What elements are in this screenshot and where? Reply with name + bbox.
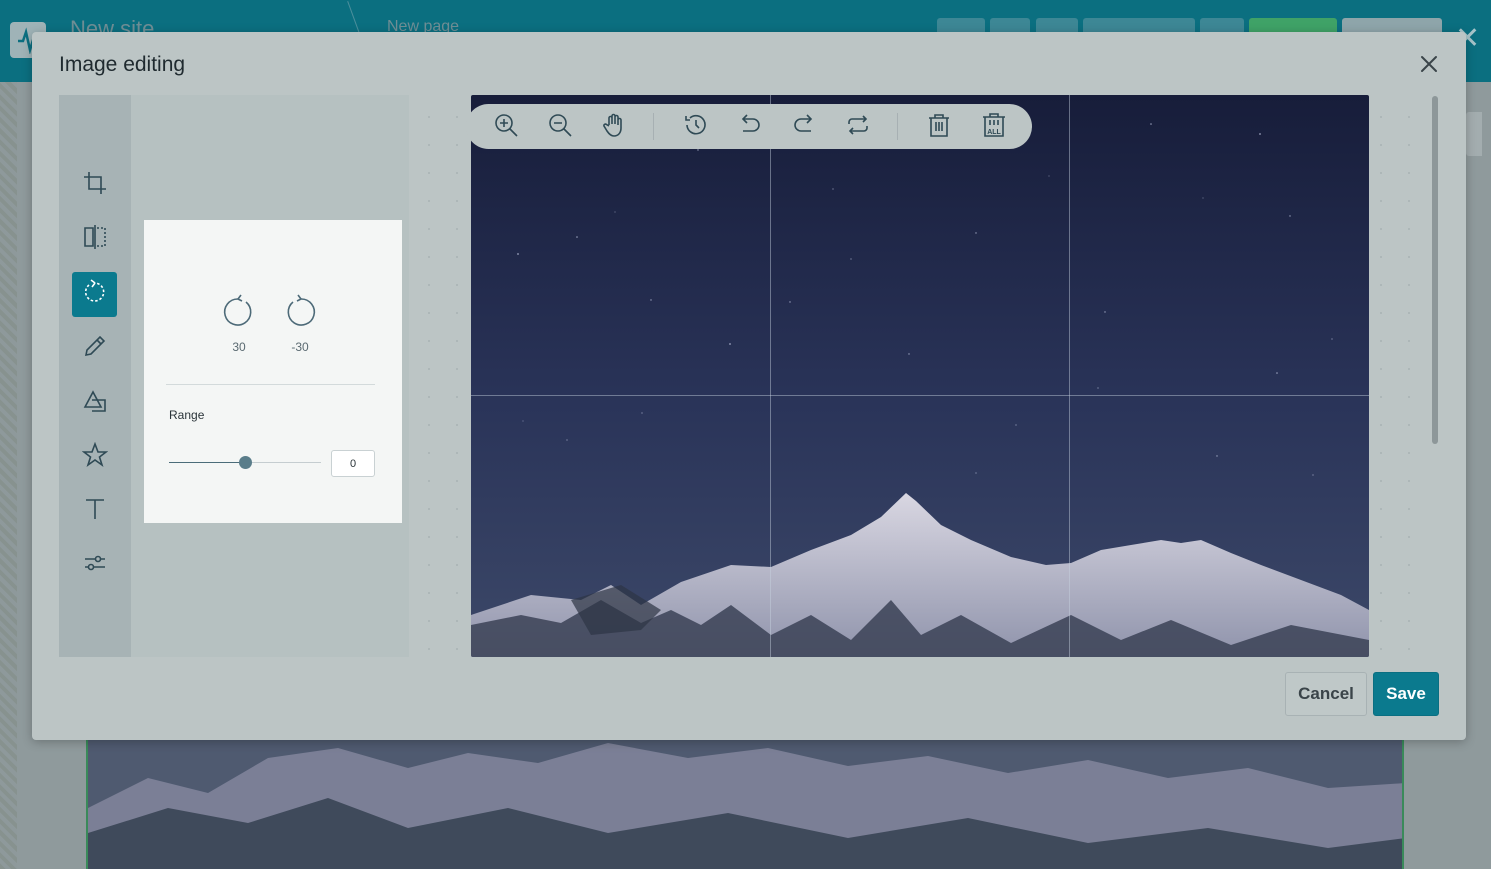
tool-rotate[interactable] bbox=[72, 272, 117, 317]
tool-text[interactable] bbox=[72, 489, 117, 534]
tool-flip[interactable] bbox=[72, 217, 117, 262]
rotate-panel: 30 -30 Range bbox=[144, 220, 402, 523]
tool-crop[interactable] bbox=[72, 163, 117, 208]
scrollbar-thumb[interactable] bbox=[1432, 96, 1438, 444]
rotate-clockwise-label: 30 bbox=[232, 340, 246, 354]
undo-icon bbox=[737, 112, 763, 143]
rotate-clockwise-button[interactable] bbox=[219, 292, 259, 332]
close-icon[interactable] bbox=[1417, 52, 1441, 76]
pan-button[interactable] bbox=[599, 112, 629, 142]
range-slider[interactable] bbox=[169, 456, 321, 469]
divider bbox=[166, 384, 375, 385]
edited-image[interactable] bbox=[471, 95, 1369, 657]
delete-button[interactable] bbox=[924, 112, 954, 142]
modal-title: Image editing bbox=[59, 53, 186, 76]
rotate-counterclockwise-label: -30 bbox=[291, 340, 309, 354]
grid-line bbox=[770, 95, 771, 657]
canvas-area bbox=[409, 95, 1435, 657]
tool-filter[interactable] bbox=[72, 543, 117, 588]
text-icon bbox=[82, 496, 108, 527]
app-right-panel bbox=[1466, 112, 1482, 156]
zoom-in-button[interactable] bbox=[491, 112, 521, 142]
sliders-icon bbox=[82, 550, 108, 581]
pencil-icon bbox=[82, 333, 108, 364]
history-button[interactable] bbox=[681, 112, 711, 142]
rotate-counterclockwise-button[interactable] bbox=[280, 292, 320, 332]
tool-rail bbox=[59, 95, 131, 657]
image-editor: 30 -30 Range bbox=[59, 95, 1435, 657]
redo-icon bbox=[791, 112, 817, 143]
background-hero-image bbox=[86, 738, 1404, 869]
tool-icon[interactable] bbox=[72, 435, 117, 480]
delete-all-button[interactable]: ALL bbox=[979, 112, 1009, 142]
image-toolbar: ALL bbox=[466, 104, 1032, 149]
cancel-button[interactable]: Cancel bbox=[1285, 672, 1367, 716]
flip-icon bbox=[82, 224, 108, 255]
toolbar-separator bbox=[653, 113, 654, 140]
redo-button[interactable] bbox=[789, 112, 819, 142]
range-slider-thumb[interactable] bbox=[239, 456, 252, 469]
star-icon bbox=[81, 441, 108, 473]
grid-line bbox=[1069, 95, 1070, 657]
crop-icon bbox=[82, 170, 108, 201]
rotate-icon bbox=[82, 279, 108, 310]
undo-button[interactable] bbox=[735, 112, 765, 142]
zoom-out-icon bbox=[547, 112, 573, 143]
range-label: Range bbox=[169, 408, 205, 422]
app-left-stripe bbox=[0, 82, 17, 869]
rotate-clockwise-icon bbox=[219, 294, 259, 336]
rotate-counterclockwise-icon bbox=[280, 294, 320, 336]
range-value-input[interactable] bbox=[331, 450, 375, 477]
history-icon bbox=[683, 112, 709, 143]
reset-button[interactable] bbox=[843, 112, 873, 142]
trash-all-icon: ALL bbox=[981, 112, 1007, 143]
zoom-out-button[interactable] bbox=[545, 112, 575, 142]
svg-text:ALL: ALL bbox=[987, 129, 1001, 136]
shapes-icon bbox=[82, 387, 108, 418]
grid-line bbox=[471, 395, 1369, 396]
save-button[interactable]: Save bbox=[1373, 672, 1439, 716]
tool-draw[interactable] bbox=[72, 326, 117, 371]
hand-icon bbox=[601, 112, 627, 143]
toolbar-separator bbox=[897, 113, 898, 140]
range-slider-fill bbox=[169, 462, 245, 463]
trash-icon bbox=[926, 112, 952, 143]
reset-icon bbox=[845, 112, 871, 143]
tool-shape[interactable] bbox=[72, 380, 117, 425]
zoom-in-icon bbox=[493, 112, 519, 143]
